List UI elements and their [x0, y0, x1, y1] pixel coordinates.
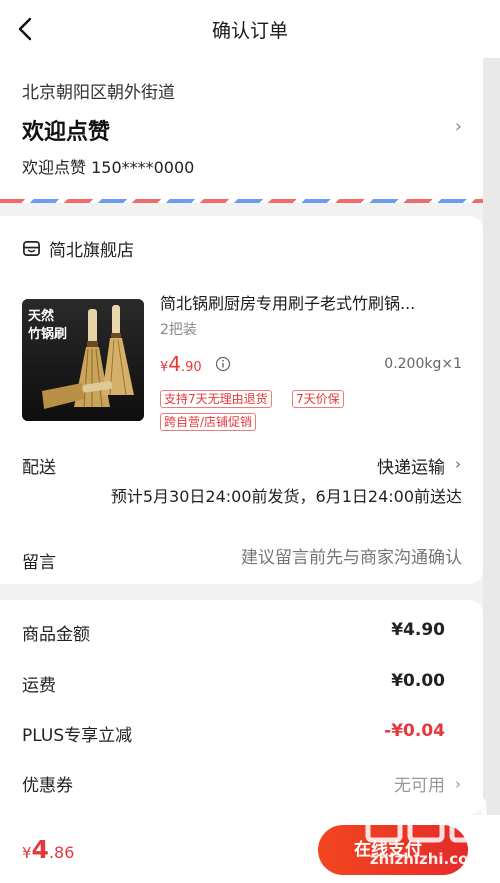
- freight-row: 运费 ¥0.00: [22, 671, 445, 696]
- tag-7day-return: 支持7天无理由退货: [160, 390, 272, 408]
- goods-amount-label: 商品金额: [22, 625, 90, 645]
- total-price: ¥4.86: [22, 835, 74, 864]
- order-confirm-page: 确认订单 北京朝阳区朝外街道 欢迎点赞 欢迎点赞 150****0000 › 简…: [0, 0, 500, 883]
- store-icon: [22, 239, 41, 258]
- goods-card: 简北旗舰店 天然 竹锅刷 简北锅刷厨房专用刷子老式竹刷锅... 2把装 ¥4.9…: [0, 216, 483, 584]
- watermark-logo: zhizhizhi.com: [362, 790, 492, 883]
- price-decimal: .90: [181, 360, 202, 375]
- price-summary-card: 商品金额 ¥4.90 运费 ¥0.00 PLUS专享立减 -¥0.04 优惠券 …: [0, 600, 483, 815]
- thumb-caption-1: 天然: [28, 309, 55, 324]
- address-card[interactable]: 北京朝阳区朝外街道 欢迎点赞 欢迎点赞 150****0000 ›: [0, 58, 500, 203]
- goods-amount-row: 商品金额 ¥4.90: [22, 620, 445, 645]
- product-title[interactable]: 简北锅刷厨房专用刷子老式竹刷锅...: [160, 290, 460, 314]
- chevron-right-icon: ›: [455, 455, 461, 473]
- freight-value: ¥0.00: [391, 671, 445, 691]
- page-title: 确认订单: [211, 20, 288, 42]
- watermark-text: zhizhizhi.com: [369, 850, 485, 868]
- product-image[interactable]: 天然 竹锅刷: [22, 299, 144, 421]
- coupon-label: 优惠券: [22, 776, 73, 796]
- address-region: 北京朝阳区朝外街道: [22, 83, 175, 103]
- shop-name: 简北旗舰店: [49, 241, 134, 261]
- freight-label: 运费: [22, 676, 56, 696]
- product-weight-qty: 0.200kg×1: [384, 356, 462, 372]
- product-spec: 2把装: [160, 322, 197, 338]
- watermark-glyph-icon: [365, 797, 487, 843]
- total-integer: 4: [31, 835, 49, 864]
- message-label: 留言: [22, 553, 56, 573]
- message-input[interactable]: [162, 548, 462, 568]
- scrollbar[interactable]: [483, 58, 500, 815]
- price-integer: 4: [168, 352, 182, 376]
- shipping-eta: 预计5月30日24:00前发货，6月1日24:00前送达: [110, 487, 462, 506]
- recipient-contact: 欢迎点赞 150****0000: [22, 158, 195, 177]
- product-price: ¥4.90: [160, 352, 202, 376]
- tag-promotion: 跨自营/店铺促销: [160, 413, 257, 431]
- total-currency: ¥: [22, 844, 32, 862]
- shipping-method[interactable]: 快递运输: [377, 453, 445, 478]
- goods-amount-value: ¥4.90: [391, 620, 445, 640]
- airmail-stripe-divider: [0, 199, 500, 203]
- info-icon[interactable]: [215, 356, 231, 372]
- plus-discount-value: -¥0.04: [384, 721, 445, 741]
- plus-discount-row: PLUS专享立减 -¥0.04: [22, 721, 445, 746]
- total-decimal: .86: [48, 843, 75, 862]
- thumb-caption-2: 竹锅刷: [28, 327, 68, 342]
- top-nav-bar: 确认订单: [0, 0, 500, 58]
- recipient-name: 欢迎点赞: [22, 120, 111, 145]
- tag-price-protect: 7天价保: [292, 390, 344, 408]
- chevron-right-icon: ›: [454, 116, 462, 137]
- shipping-label: 配送: [22, 458, 56, 478]
- plus-discount-label: PLUS专享立减: [22, 726, 133, 746]
- shop-header[interactable]: 简北旗舰店: [22, 236, 134, 261]
